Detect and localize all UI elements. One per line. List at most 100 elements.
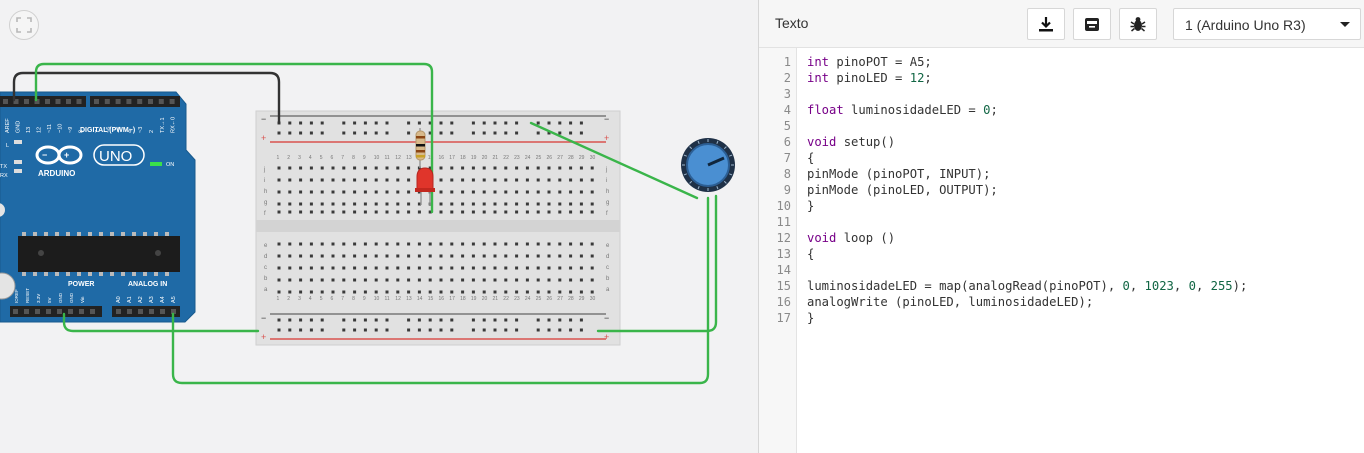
breadboard-hole[interactable]	[536, 210, 540, 214]
rail-hole[interactable]	[407, 131, 411, 135]
breadboard-hole[interactable]	[396, 254, 400, 258]
breadboard-hole[interactable]	[407, 242, 411, 246]
breadboard-hole[interactable]	[450, 178, 454, 182]
breadboard-hole[interactable]	[547, 242, 551, 246]
breadboard-hole[interactable]	[504, 202, 508, 206]
breadboard-hole[interactable]	[299, 254, 303, 258]
breadboard-hole[interactable]	[309, 254, 313, 258]
breadboard-hole[interactable]	[439, 254, 443, 258]
code-line[interactable]: }	[807, 198, 1247, 214]
rail-hole[interactable]	[579, 328, 583, 332]
breadboard-hole[interactable]	[450, 290, 454, 294]
breadboard-hole[interactable]	[277, 210, 281, 214]
breadboard-hole[interactable]	[471, 210, 475, 214]
breadboard-hole[interactable]	[385, 210, 389, 214]
header-pin[interactable]	[127, 309, 132, 314]
breadboard-hole[interactable]	[320, 242, 324, 246]
breadboard-hole[interactable]	[515, 166, 519, 170]
breadboard-hole[interactable]	[461, 266, 465, 270]
breadboard-hole[interactable]	[331, 242, 335, 246]
breadboard-hole[interactable]	[417, 278, 421, 282]
breadboard-hole[interactable]	[493, 178, 497, 182]
breadboard-hole[interactable]	[504, 210, 508, 214]
breadboard-hole[interactable]	[515, 242, 519, 246]
breadboard-hole[interactable]	[407, 266, 411, 270]
breadboard-hole[interactable]	[493, 290, 497, 294]
header-pin[interactable]	[46, 309, 51, 314]
rail-hole[interactable]	[407, 121, 411, 125]
rail-hole[interactable]	[515, 328, 519, 332]
breadboard-hole[interactable]	[353, 278, 357, 282]
breadboard-hole[interactable]	[363, 278, 367, 282]
header-pin[interactable]	[160, 309, 165, 314]
breadboard-hole[interactable]	[363, 202, 367, 206]
breadboard-hole[interactable]	[374, 166, 378, 170]
breadboard-hole[interactable]	[515, 190, 519, 194]
rail-hole[interactable]	[407, 328, 411, 332]
breadboard-hole[interactable]	[439, 278, 443, 282]
rail-hole[interactable]	[299, 121, 303, 125]
rail-hole[interactable]	[547, 121, 551, 125]
breadboard-hole[interactable]	[558, 278, 562, 282]
rail-hole[interactable]	[320, 318, 324, 322]
rail-hole[interactable]	[558, 318, 562, 322]
breadboard-hole[interactable]	[461, 278, 465, 282]
breadboard-hole[interactable]	[439, 202, 443, 206]
header-pin[interactable]	[126, 99, 132, 104]
breadboard-hole[interactable]	[558, 210, 562, 214]
breadboard-hole[interactable]	[547, 202, 551, 206]
breadboard-hole[interactable]	[353, 166, 357, 170]
rail-hole[interactable]	[309, 318, 313, 322]
header-pin[interactable]	[90, 309, 95, 314]
code-line[interactable]: pinMode (pinoLED, OUTPUT);	[807, 182, 1247, 198]
breadboard-hole[interactable]	[450, 210, 454, 214]
rail-hole[interactable]	[450, 328, 454, 332]
breadboard-hole[interactable]	[277, 202, 281, 206]
rail-hole[interactable]	[579, 131, 583, 135]
breadboard-hole[interactable]	[353, 254, 357, 258]
header-pin[interactable]	[94, 99, 99, 104]
header-pin[interactable]	[116, 309, 121, 314]
breadboard-hole[interactable]	[482, 210, 486, 214]
breadboard-hole[interactable]	[471, 278, 475, 282]
breadboard-hole[interactable]	[331, 210, 335, 214]
breadboard-hole[interactable]	[569, 166, 573, 170]
rail-hole[interactable]	[320, 328, 324, 332]
breadboard-hole[interactable]	[439, 190, 443, 194]
rail-hole[interactable]	[385, 318, 389, 322]
rail-hole[interactable]	[407, 318, 411, 322]
rail-hole[interactable]	[288, 318, 292, 322]
code-text[interactable]: int pinoPOT = A5; int pinoLED = 12; float…	[807, 54, 1247, 326]
breadboard-hole[interactable]	[385, 242, 389, 246]
header-pin[interactable]	[169, 99, 175, 104]
breadboard-hole[interactable]	[547, 210, 551, 214]
breadboard-hole[interactable]	[309, 210, 313, 214]
breadboard-hole[interactable]	[579, 278, 583, 282]
rail-hole[interactable]	[515, 121, 519, 125]
breadboard-hole[interactable]	[536, 290, 540, 294]
breadboard-hole[interactable]	[558, 178, 562, 182]
breadboard-hole[interactable]	[461, 178, 465, 182]
breadboard-hole[interactable]	[428, 242, 432, 246]
code-line[interactable]: int pinoLED = 12;	[807, 70, 1247, 86]
rail-hole[interactable]	[504, 318, 508, 322]
rail-hole[interactable]	[536, 121, 540, 125]
breadboard-hole[interactable]	[277, 254, 281, 258]
rail-hole[interactable]	[579, 121, 583, 125]
rail-hole[interactable]	[299, 328, 303, 332]
breadboard-hole[interactable]	[407, 178, 411, 182]
breadboard-hole[interactable]	[569, 202, 573, 206]
board-select[interactable]: 1 (Arduino Uno R3)	[1173, 8, 1361, 40]
breadboard-hole[interactable]	[363, 190, 367, 194]
breadboard-hole[interactable]	[547, 266, 551, 270]
breadboard-hole[interactable]	[439, 210, 443, 214]
breadboard-hole[interactable]	[525, 278, 529, 282]
breadboard-hole[interactable]	[471, 254, 475, 258]
breadboard-hole[interactable]	[558, 290, 562, 294]
breadboard-hole[interactable]	[579, 242, 583, 246]
breadboard-hole[interactable]	[471, 242, 475, 246]
rail-hole[interactable]	[482, 328, 486, 332]
rail-hole[interactable]	[569, 318, 573, 322]
breadboard-hole[interactable]	[407, 210, 411, 214]
breadboard-hole[interactable]	[504, 178, 508, 182]
